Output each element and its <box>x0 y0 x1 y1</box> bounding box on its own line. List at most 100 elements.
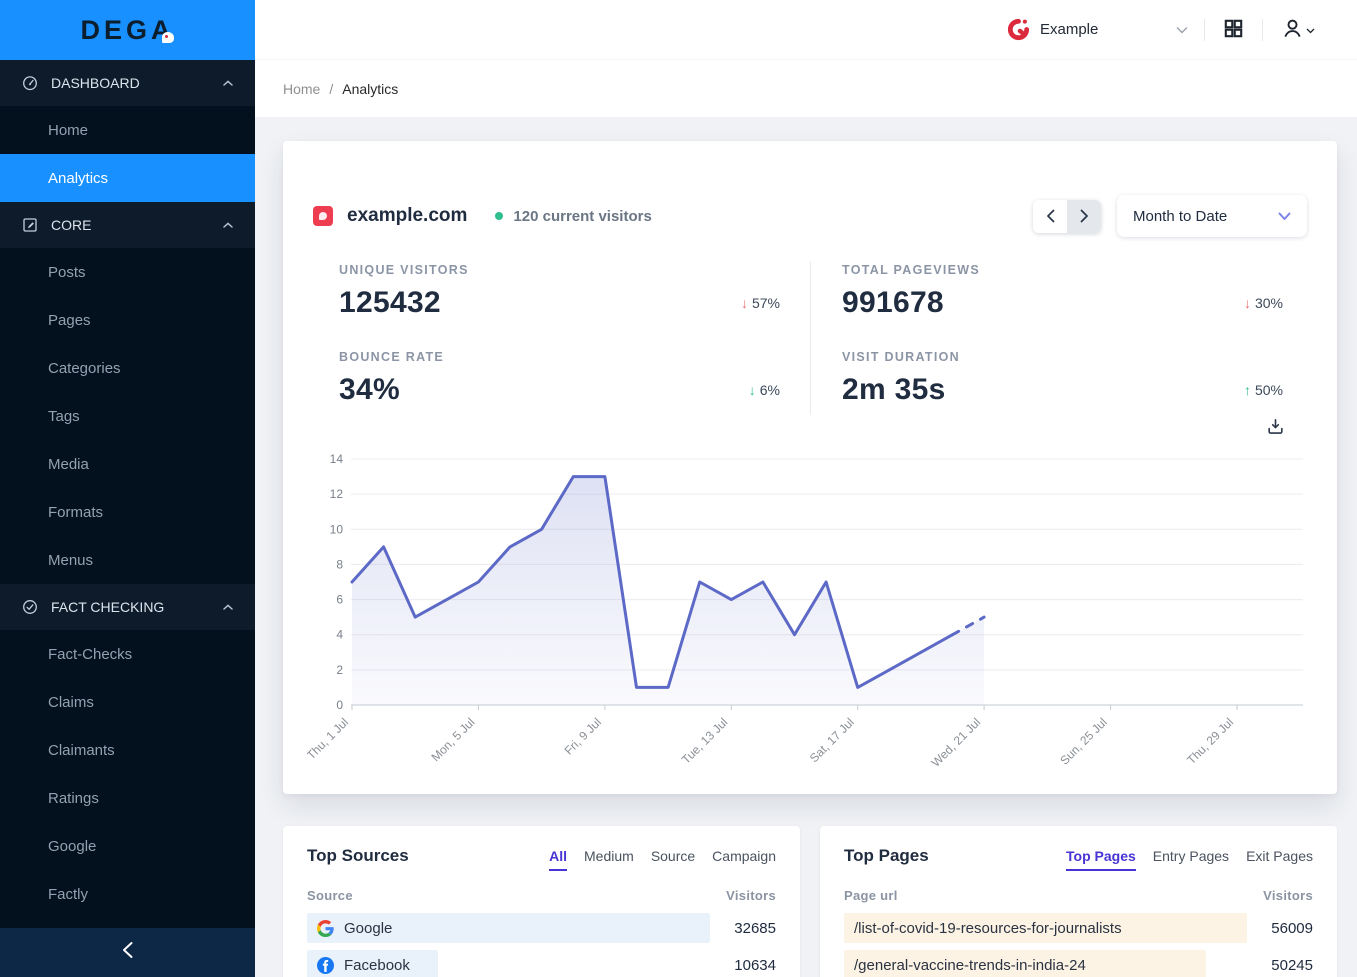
row-label: /general-vaccine-trends-in-india-24 <box>854 957 1086 974</box>
google-icon <box>317 920 334 937</box>
svg-text:10: 10 <box>330 522 344 536</box>
svg-text:Fri, 9 Jul: Fri, 9 Jul <box>562 715 604 757</box>
stat-label: TOTAL PAGEVIEWS <box>842 263 980 277</box>
stat-label: VISIT DURATION <box>842 350 960 364</box>
top-sources-tab-medium[interactable]: Medium <box>584 848 634 871</box>
arrow-down-icon: ↓ <box>741 295 748 311</box>
sidebar-item-pages[interactable]: Pages <box>0 296 255 344</box>
sidebar-item-media[interactable]: Media <box>0 440 255 488</box>
svg-text:Wed, 21 Jul: Wed, 21 Jul <box>929 715 984 770</box>
top-pages-tab-exit-pages[interactable]: Exit Pages <box>1246 848 1313 871</box>
check-circle-icon <box>22 599 38 615</box>
download-icon <box>1266 417 1285 439</box>
row-visitors: 10634 <box>734 957 776 974</box>
breadcrumb-current: Analytics <box>342 81 398 97</box>
logo-text: DEGA <box>80 15 174 45</box>
svg-text:2: 2 <box>336 663 343 677</box>
apps-grid-icon <box>1223 18 1244 42</box>
chevron-up-icon <box>223 80 233 86</box>
top-pages-tabs: Top Pages Entry Pages Exit Pages <box>1066 848 1313 871</box>
next-period-button[interactable] <box>1067 200 1101 233</box>
dega-logo: DEGA <box>80 15 174 46</box>
sidebar-item-menus[interactable]: Menus <box>0 536 255 584</box>
analytics-card-header: example.com 120 current visitors <box>307 195 1313 237</box>
stat-bounce-rate: BOUNCE RATE34%↓6% <box>307 350 810 407</box>
sidebar-item-home[interactable]: Home <box>0 106 255 154</box>
svg-text:4: 4 <box>336 628 343 642</box>
stat-delta: ↑50% <box>1244 382 1283 398</box>
sidebar-section-fact-checking[interactable]: FACT CHECKING <box>0 584 255 630</box>
apps-grid-button[interactable] <box>1221 16 1246 44</box>
top-sources-title: Top Sources <box>307 846 409 866</box>
svg-text:8: 8 <box>336 557 343 571</box>
sidebar-item-categories[interactable]: Categories <box>0 344 255 392</box>
arrow-down-icon: ↓ <box>749 382 756 398</box>
sidebar-item-fact-checks[interactable]: Fact-Checks <box>0 630 255 678</box>
dashboard-icon <box>22 75 38 91</box>
row-label: /list-of-covid-19-resources-for-journali… <box>854 920 1122 937</box>
user-menu-button[interactable] <box>1279 15 1317 45</box>
chevron-left-icon <box>120 941 135 964</box>
sidebar-item-label: Google <box>48 838 96 855</box>
bottom-row: Top Sources AllMediumSourceCampaign Sour… <box>283 826 1337 977</box>
svg-text:Sun, 25 Jul: Sun, 25 Jul <box>1057 715 1109 767</box>
space-selector[interactable]: Example <box>1006 17 1188 42</box>
download-button[interactable] <box>1266 417 1285 439</box>
chevron-up-icon <box>223 604 233 610</box>
sidebar-item-posts[interactable]: Posts <box>0 248 255 296</box>
sidebar-section-core[interactable]: CORE <box>0 202 255 248</box>
sidebar-item-tags[interactable]: Tags <box>0 392 255 440</box>
row-label: Facebook <box>344 957 410 974</box>
top-pages-tab-entry-pages[interactable]: Entry Pages <box>1153 848 1229 871</box>
column-header-visitors: Visitors <box>1263 888 1313 903</box>
period-pager <box>1033 200 1101 233</box>
sidebar-item-label: Home <box>48 122 88 139</box>
current-visitors: 120 current visitors <box>513 208 651 225</box>
svg-text:12: 12 <box>330 487 344 501</box>
stat-unique-visitors: UNIQUE VISITORS125432↓57% <box>307 263 810 320</box>
top-pages-row-general-vaccine-trends-in-india-24: /general-vaccine-trends-in-india-2450245 <box>844 950 1313 977</box>
prev-period-button[interactable] <box>1033 200 1067 233</box>
top-sources-row-google: Google32685 <box>307 913 776 943</box>
period-select[interactable]: Month to Date <box>1117 195 1307 237</box>
sidebar-item-factly[interactable]: Factly <box>0 870 255 918</box>
top-sources-card: Top Sources AllMediumSourceCampaign Sour… <box>283 826 800 977</box>
svg-text:Thu, 1 Jul: Thu, 1 Jul <box>307 715 351 762</box>
app-logo[interactable]: DEGA <box>0 0 255 60</box>
sidebar-item-label: Pages <box>48 312 91 329</box>
column-header-page-url: Page url <box>844 888 898 903</box>
svg-text:Tue, 13 Jul: Tue, 13 Jul <box>679 715 731 767</box>
stat-value: 2m 35s <box>842 373 960 407</box>
sidebar-item-analytics[interactable]: Analytics <box>0 154 255 202</box>
top-pages-table: /list-of-covid-19-resources-for-journali… <box>844 913 1313 977</box>
sidebar-collapse-button[interactable] <box>0 928 255 977</box>
svg-text:6: 6 <box>336 593 343 607</box>
top-sources-tab-all[interactable]: All <box>549 848 567 871</box>
breadcrumb: Home / Analytics <box>255 60 1357 117</box>
row-label: Google <box>344 920 392 937</box>
space-name: Example <box>1040 21 1098 38</box>
sidebar-item-google[interactable]: Google <box>0 822 255 870</box>
row-visitors: 56009 <box>1271 920 1313 937</box>
sidebar-section-dashboard[interactable]: DASHBOARD <box>0 60 255 106</box>
sidebar-section-label: FACT CHECKING <box>51 599 164 615</box>
form-icon <box>22 217 38 233</box>
sidebar-item-claimants[interactable]: Claimants <box>0 726 255 774</box>
arrow-up-icon: ↑ <box>1244 382 1251 398</box>
topbar: Example <box>255 0 1357 60</box>
stat-visit-duration: VISIT DURATION 2m 35s ↑50% <box>810 350 1313 407</box>
chevron-up-icon <box>223 222 233 228</box>
sidebar-item-formats[interactable]: Formats <box>0 488 255 536</box>
top-sources-tab-source[interactable]: Source <box>651 848 695 871</box>
sidebar-item-claims[interactable]: Claims <box>0 678 255 726</box>
top-pages-tab-top-pages[interactable]: Top Pages <box>1066 848 1136 871</box>
top-sources-tab-campaign[interactable]: Campaign <box>712 848 776 871</box>
sidebar-item-ratings[interactable]: Ratings <box>0 774 255 822</box>
period-controls: Month to Date <box>1033 195 1307 237</box>
period-select-value: Month to Date <box>1133 208 1227 225</box>
divider <box>1204 19 1205 41</box>
sidebar-section-label: DASHBOARD <box>51 75 140 91</box>
breadcrumb-home[interactable]: Home <box>283 81 320 97</box>
divider <box>1262 19 1263 41</box>
space-logo-icon <box>1006 17 1031 42</box>
